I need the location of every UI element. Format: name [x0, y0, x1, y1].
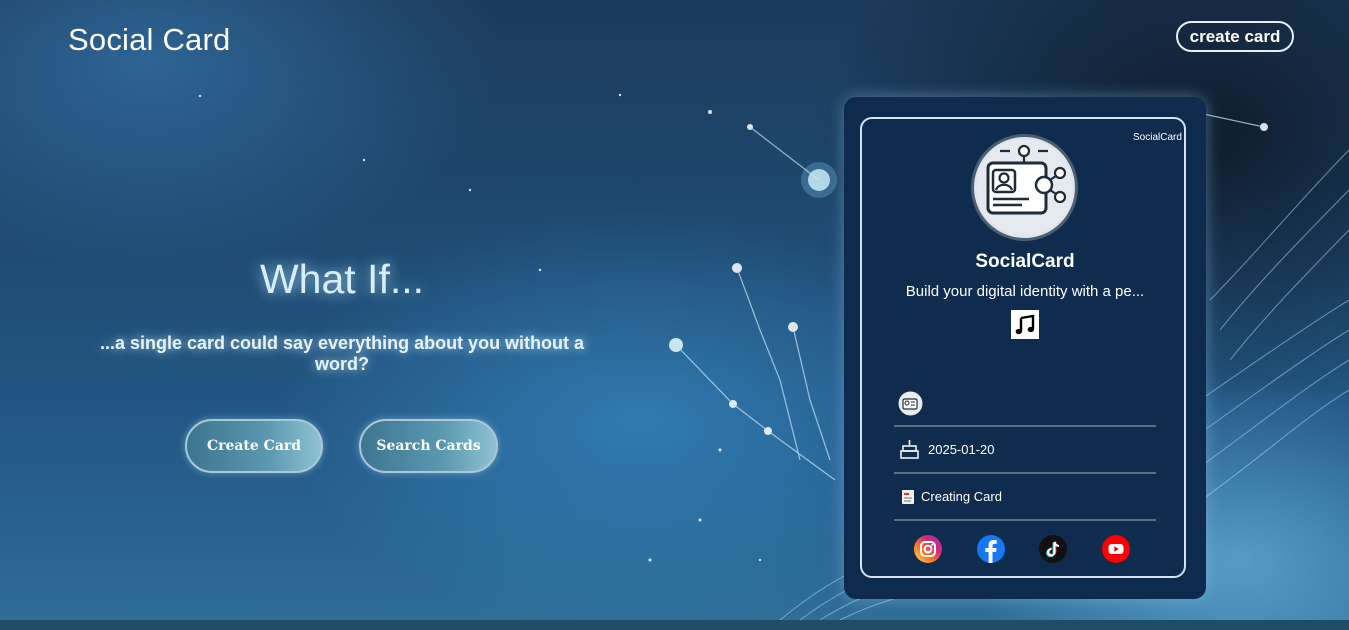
tiktok-icon[interactable]	[1039, 535, 1067, 563]
search-cards-button[interactable]: Search Cards	[359, 419, 498, 473]
bottom-strip	[0, 620, 1349, 630]
facebook-icon[interactable]	[977, 535, 1005, 563]
youtube-icon[interactable]	[1102, 535, 1130, 563]
card-birthday: 2025-01-20	[928, 442, 995, 457]
card-divider	[894, 425, 1156, 427]
create-card-button[interactable]: Create Card	[185, 419, 323, 473]
card-bio: Build your digital identity with a pe...	[905, 283, 1145, 300]
card-name: SocialCard	[975, 251, 1075, 272]
create-card-nav-button[interactable]: create card	[1176, 21, 1294, 52]
note-icon	[901, 489, 915, 510]
instagram-icon[interactable]	[914, 535, 942, 563]
id-card-network-icon	[971, 134, 1078, 241]
card-divider	[894, 519, 1156, 521]
hero-title: What If...	[259, 256, 425, 302]
hero-subtitle: ...a single card could say everything ab…	[99, 333, 585, 374]
card-brand-label: SocialCard	[1133, 132, 1182, 143]
card-thumbnail-icon	[898, 391, 923, 421]
card-status: Creating Card	[921, 489, 1002, 504]
music-note-icon[interactable]	[1011, 310, 1039, 339]
cake-icon	[900, 439, 919, 464]
app-logo[interactable]: Social Card	[68, 22, 230, 58]
card-divider	[894, 472, 1156, 474]
